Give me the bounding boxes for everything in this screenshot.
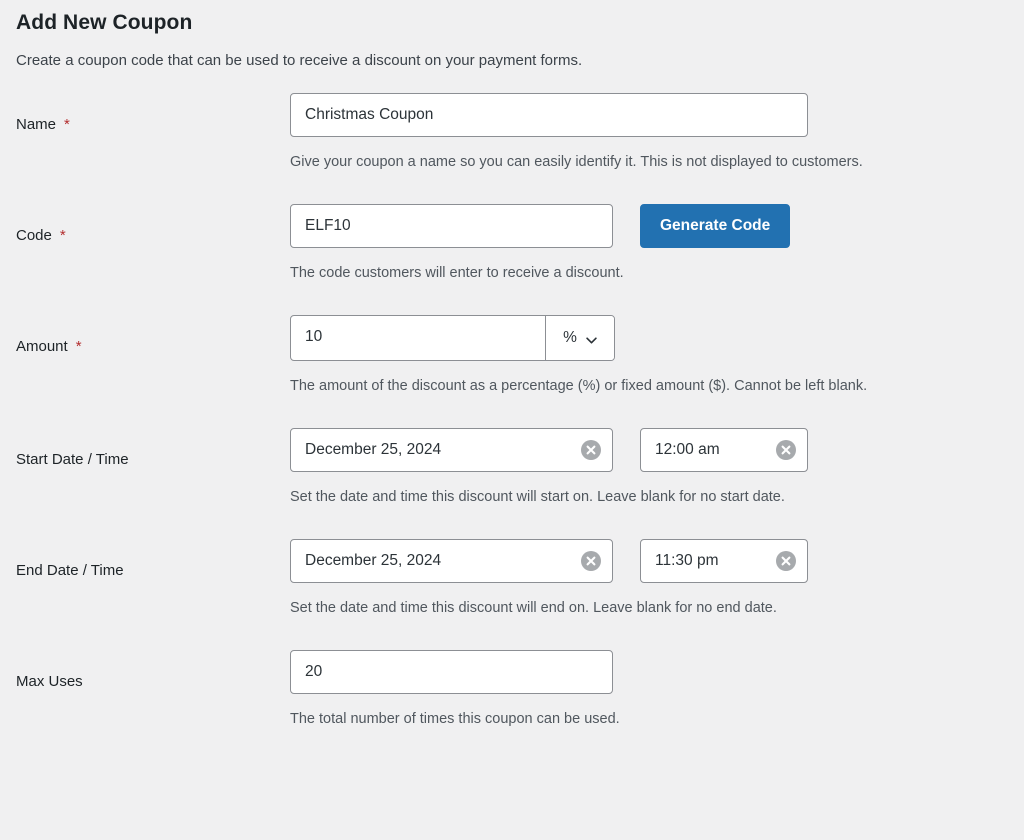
page-header: Add New Coupon Create a coupon code that… xyxy=(0,0,1024,71)
end-time-clear-icon[interactable] xyxy=(776,551,796,571)
generate-code-button[interactable]: Generate Code xyxy=(640,204,791,248)
end-date-controls xyxy=(290,539,1008,583)
start-date-controls xyxy=(290,428,1008,472)
field-start-date: Set the date and time this discount will… xyxy=(290,428,1008,507)
amount-unit-value: % xyxy=(563,329,577,347)
field-name: Give your coupon a name so you can easil… xyxy=(290,93,1008,172)
start-time-wrapper xyxy=(640,428,808,472)
label-end-date: End Date / Time xyxy=(16,539,290,581)
amount-help-text: The amount of the discount as a percenta… xyxy=(290,378,868,394)
form-row-start-date: Start Date / Time December 25, 2024 12:0… xyxy=(0,428,1024,507)
required-asterisk: * xyxy=(59,227,66,244)
label-code-text: Code xyxy=(16,227,52,244)
label-end-date-text: End Date / Time xyxy=(16,562,124,579)
start-date-wrapper xyxy=(290,428,613,472)
amount-unit-select[interactable]: % xyxy=(545,316,614,360)
start-date-input[interactable] xyxy=(290,428,613,472)
form-row-end-date: End Date / Time December 25, 2024 11:30 … xyxy=(0,539,1024,618)
code-help-text: The code customers will enter to receive… xyxy=(290,265,624,281)
label-start-date: Start Date / Time xyxy=(16,428,290,470)
start-time-clear-icon[interactable] xyxy=(776,440,796,460)
required-asterisk: * xyxy=(75,338,82,355)
max-uses-help-text: The total number of times this coupon ca… xyxy=(290,711,620,727)
amount-input-group: % xyxy=(290,315,615,361)
end-date-clear-icon[interactable] xyxy=(581,551,601,571)
code-input[interactable] xyxy=(290,204,613,248)
end-date-wrapper xyxy=(290,539,613,583)
field-code: Generate Code The code customers will en… xyxy=(290,204,1008,283)
label-max-uses-text: Max Uses xyxy=(16,673,83,690)
code-controls: Generate Code xyxy=(290,204,1008,248)
end-time-wrapper xyxy=(640,539,808,583)
max-uses-input[interactable] xyxy=(290,650,613,694)
field-max-uses: The total number of times this coupon ca… xyxy=(290,650,1008,729)
amount-input[interactable] xyxy=(291,316,545,358)
label-amount-text: Amount xyxy=(16,338,68,355)
end-date-input[interactable] xyxy=(290,539,613,583)
label-name: Name * xyxy=(16,93,290,135)
label-code: Code * xyxy=(16,204,290,246)
end-date-help-text: Set the date and time this discount will… xyxy=(290,600,777,616)
page-subtitle: Create a coupon code that can be used to… xyxy=(16,52,583,69)
required-asterisk: * xyxy=(64,116,70,133)
form-row-code: Code * Generate Code The code customers w… xyxy=(0,204,1024,283)
label-amount: Amount * xyxy=(16,315,290,357)
form-row-name: Name * Give your coupon a name so you can… xyxy=(0,93,1024,172)
add-new-coupon-page: Add New Coupon Create a coupon code that… xyxy=(0,0,1024,840)
form-row-max-uses: Max Uses The total number of times this … xyxy=(0,650,1024,729)
label-max-uses: Max Uses xyxy=(16,650,290,692)
coupon-form: Name * Give your coupon a name so you can… xyxy=(0,93,1024,729)
name-help-text: Give your coupon a name so you can easil… xyxy=(290,154,863,170)
amount-controls: % xyxy=(290,315,1008,361)
page-title: Add New Coupon xyxy=(16,11,193,34)
name-controls xyxy=(290,93,1008,137)
field-end-date: Set the date and time this discount will… xyxy=(290,539,1008,618)
start-date-clear-icon[interactable] xyxy=(581,440,601,460)
form-row-amount: Amount * % xyxy=(0,315,1024,396)
chevron-down-icon xyxy=(586,333,597,344)
field-amount: % The amount of the discount as a percen… xyxy=(290,315,1008,396)
label-start-date-text: Start Date / Time xyxy=(16,451,129,468)
label-name-text: Name xyxy=(16,116,57,133)
name-input[interactable] xyxy=(290,93,808,137)
start-date-help-text: Set the date and time this discount will… xyxy=(290,489,785,505)
max-uses-controls xyxy=(290,650,1008,694)
